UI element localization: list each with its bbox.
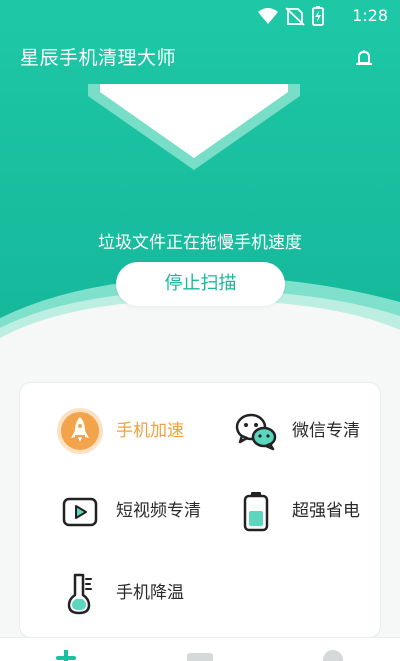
stop-scan-button[interactable]: 停止扫描 — [116, 262, 285, 306]
feature-short-video-clean[interactable]: 短视频专清 — [56, 487, 206, 535]
feature-power-save[interactable]: 超强省电 — [232, 487, 360, 535]
bottom-nav — [0, 637, 400, 661]
no-sim-icon — [285, 7, 305, 26]
status-bar: 1:28 — [0, 0, 400, 32]
thermometer-icon — [67, 573, 92, 615]
features-card: 手机加速 微信专清 短视频专清 超强省电 手机降温 — [19, 382, 381, 638]
rocket-icon — [57, 408, 103, 454]
feature-wechat-clean[interactable]: 微信专清 — [232, 407, 360, 455]
bell-icon — [356, 50, 372, 65]
feature-label: 微信专清 — [292, 421, 360, 441]
feature-phone-boost[interactable]: 手机加速 — [56, 407, 184, 455]
wifi-icon — [258, 8, 278, 24]
profile-icon — [323, 650, 343, 661]
status-time: 1:28 — [352, 6, 388, 25]
video-play-icon — [62, 497, 98, 527]
nav-tools[interactable] — [186, 650, 213, 661]
feature-phone-cooling[interactable]: 手机降温 — [56, 569, 184, 617]
notification-button[interactable] — [352, 46, 376, 70]
feature-label: 超强省电 — [292, 501, 360, 521]
feature-label: 手机降温 — [116, 583, 184, 603]
nav-profile[interactable] — [321, 650, 345, 661]
scan-hero: 1:28 星辰手机清理大师 垃圾文件正在拖慢手机速度 停止扫描 — [0, 0, 400, 345]
feature-label: 短视频专清 — [116, 501, 201, 521]
battery-charging-icon — [312, 6, 324, 26]
home-plus-icon — [56, 648, 76, 661]
app-title: 星辰手机清理大师 — [20, 47, 177, 69]
tools-icon — [187, 653, 213, 661]
nav-home[interactable] — [54, 648, 78, 661]
status-icons — [258, 6, 324, 26]
wechat-icon — [235, 413, 277, 451]
battery-icon — [243, 492, 269, 532]
scan-status-text: 垃圾文件正在拖慢手机速度 — [98, 233, 302, 253]
feature-label: 手机加速 — [116, 421, 184, 441]
